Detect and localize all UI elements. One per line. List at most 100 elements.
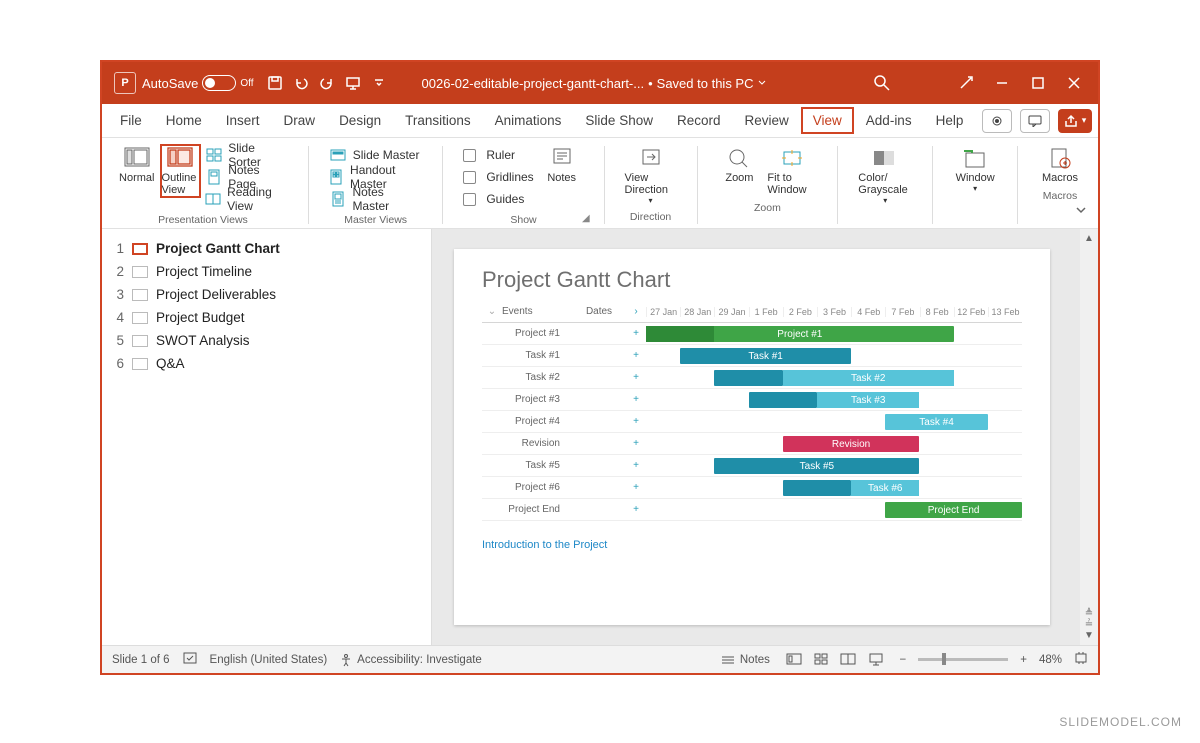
expand-icon[interactable]: ⌄ — [482, 306, 502, 317]
gantt-bar[interactable]: Revision — [783, 436, 920, 452]
normal-mode-icon[interactable] — [783, 650, 805, 668]
outline-item[interactable]: 3Project Deliverables — [108, 283, 425, 306]
group-zoom: Zoom Fit to Window Zoom — [709, 144, 825, 226]
autosave-toggle[interactable]: AutoSave Off — [142, 75, 254, 91]
search-button[interactable] — [864, 65, 900, 101]
qat-overflow[interactable] — [366, 70, 392, 96]
ribbon: Normal Outline View Slide Sorter Notes P… — [102, 138, 1098, 229]
spellcheck-icon[interactable] — [182, 651, 198, 668]
guides-toggle[interactable]: Guides — [461, 188, 535, 210]
accessibility-status[interactable]: Accessibility: Investigate — [339, 653, 482, 667]
scroll-next-icon[interactable]: ≟ — [1085, 619, 1093, 630]
gantt-bar[interactable]: Project End — [885, 502, 1022, 518]
gantt-bar[interactable]: Task #5 — [714, 458, 919, 474]
date-cell: 28 Jan — [680, 307, 714, 317]
tab-view[interactable]: View — [801, 107, 854, 134]
outline-item[interactable]: 4Project Budget — [108, 306, 425, 329]
toggle-switch[interactable] — [202, 75, 236, 91]
ribbon-collapse[interactable] — [1074, 203, 1088, 222]
comments-button[interactable] — [1020, 109, 1050, 133]
outline-item[interactable]: 2Project Timeline — [108, 260, 425, 283]
add-row-icon[interactable]: + — [626, 394, 646, 405]
tab-design[interactable]: Design — [327, 107, 393, 134]
reading-view-button[interactable]: Reading View — [203, 188, 290, 210]
outline-item[interactable]: 5SWOT Analysis — [108, 329, 425, 352]
scroll-prev-icon[interactable]: ≜ — [1085, 608, 1093, 619]
tab-record[interactable]: Record — [665, 107, 733, 134]
tab-transitions[interactable]: Transitions — [393, 107, 483, 134]
statusbar: Slide 1 of 6 English (United States) Acc… — [102, 645, 1098, 673]
zoom-button[interactable]: Zoom — [715, 144, 763, 186]
gantt-bar[interactable] — [749, 392, 817, 408]
present-button[interactable] — [340, 70, 366, 96]
outline-item[interactable]: 1Project Gantt Chart — [108, 237, 425, 260]
notes-master-button[interactable]: Notes Master — [327, 188, 425, 210]
gantt-bar[interactable]: Task #2 — [783, 370, 954, 386]
tab-animations[interactable]: Animations — [483, 107, 574, 134]
camera-button[interactable] — [982, 109, 1012, 133]
gantt-bar[interactable]: Task #3 — [817, 392, 920, 408]
redo-button[interactable] — [314, 70, 340, 96]
vertical-scrollbar[interactable]: ▲ ≜ ≟ ▼ — [1080, 229, 1098, 645]
tab-insert[interactable]: Insert — [214, 107, 272, 134]
language-status[interactable]: English (United States) — [210, 654, 328, 666]
gridlines-toggle[interactable]: Gridlines — [461, 166, 535, 188]
fit-slide-icon[interactable] — [1074, 651, 1088, 668]
add-row-icon[interactable]: + — [626, 328, 646, 339]
outline-view-button[interactable]: Outline View — [160, 144, 202, 198]
fit-window-button[interactable]: Fit to Window — [765, 144, 819, 198]
gantt-bar[interactable]: Task #6 — [851, 480, 919, 496]
zoom-level[interactable]: 48% — [1039, 654, 1062, 666]
gantt-bar[interactable] — [783, 480, 851, 496]
minimize-button[interactable] — [984, 65, 1020, 101]
slide-canvas[interactable]: Project Gantt Chart ⌄ Events Dates › 27 … — [454, 249, 1050, 625]
undo-button[interactable] — [288, 70, 314, 96]
save-status[interactable]: •Saved to this PC — [648, 76, 767, 91]
view-direction-button[interactable]: View Direction▾ — [623, 144, 679, 207]
add-row-icon[interactable]: + — [626, 372, 646, 383]
share-button[interactable]: ▾ — [1058, 109, 1092, 133]
tab-home[interactable]: Home — [154, 107, 214, 134]
add-row-icon[interactable]: + — [626, 416, 646, 427]
scroll-down-icon[interactable]: ▼ — [1084, 630, 1094, 641]
save-button[interactable] — [262, 70, 288, 96]
slideshow-mode-icon[interactable] — [865, 650, 887, 668]
zoom-out-button[interactable]: − — [900, 654, 907, 666]
add-row-icon[interactable]: + — [626, 350, 646, 361]
outline-item[interactable]: 6Q&A — [108, 352, 425, 375]
normal-view-button[interactable]: Normal — [116, 144, 158, 186]
add-row-icon[interactable]: + — [626, 482, 646, 493]
tab-help[interactable]: Help — [924, 107, 976, 134]
zoom-slider[interactable] — [918, 658, 1008, 661]
tab-slideshow[interactable]: Slide Show — [573, 107, 665, 134]
notes-toggle[interactable]: Notes — [720, 654, 770, 666]
add-row-icon[interactable]: + — [626, 438, 646, 449]
date-cell: 3 Feb — [817, 307, 851, 317]
close-button[interactable] — [1056, 65, 1092, 101]
window-button[interactable]: Window▾ — [951, 144, 999, 195]
show-dialog-launcher[interactable]: ◢ — [582, 213, 590, 224]
gantt-bar[interactable]: Task #4 — [885, 414, 988, 430]
notes-button[interactable]: Notes — [538, 144, 586, 186]
zoom-in-button[interactable]: + — [1020, 654, 1027, 666]
color-grayscale-button[interactable]: Color/ Grayscale▾ — [856, 144, 914, 207]
tab-draw[interactable]: Draw — [272, 107, 328, 134]
coming-soon-icon[interactable] — [948, 65, 984, 101]
ruler-toggle[interactable]: Ruler — [461, 144, 535, 166]
reading-mode-icon[interactable] — [837, 650, 859, 668]
add-row-icon[interactable]: + — [626, 460, 646, 471]
add-row-icon[interactable]: + — [626, 504, 646, 515]
sorter-mode-icon[interactable] — [810, 650, 832, 668]
maximize-button[interactable] — [1020, 65, 1056, 101]
add-column-icon[interactable]: › — [626, 306, 646, 317]
tab-file[interactable]: File — [108, 107, 154, 134]
gantt-bar[interactable] — [714, 370, 782, 386]
outline-pane[interactable]: 1Project Gantt Chart2Project Timeline3Pr… — [102, 229, 432, 645]
scroll-up-icon[interactable]: ▲ — [1084, 233, 1094, 244]
date-cell: 8 Feb — [920, 307, 954, 317]
slide-counter[interactable]: Slide 1 of 6 — [112, 654, 170, 666]
tab-review[interactable]: Review — [733, 107, 801, 134]
tab-addins[interactable]: Add-ins — [854, 107, 924, 134]
macros-button[interactable]: Macros — [1036, 144, 1084, 186]
gantt-bar[interactable]: Task #1 — [680, 348, 851, 364]
